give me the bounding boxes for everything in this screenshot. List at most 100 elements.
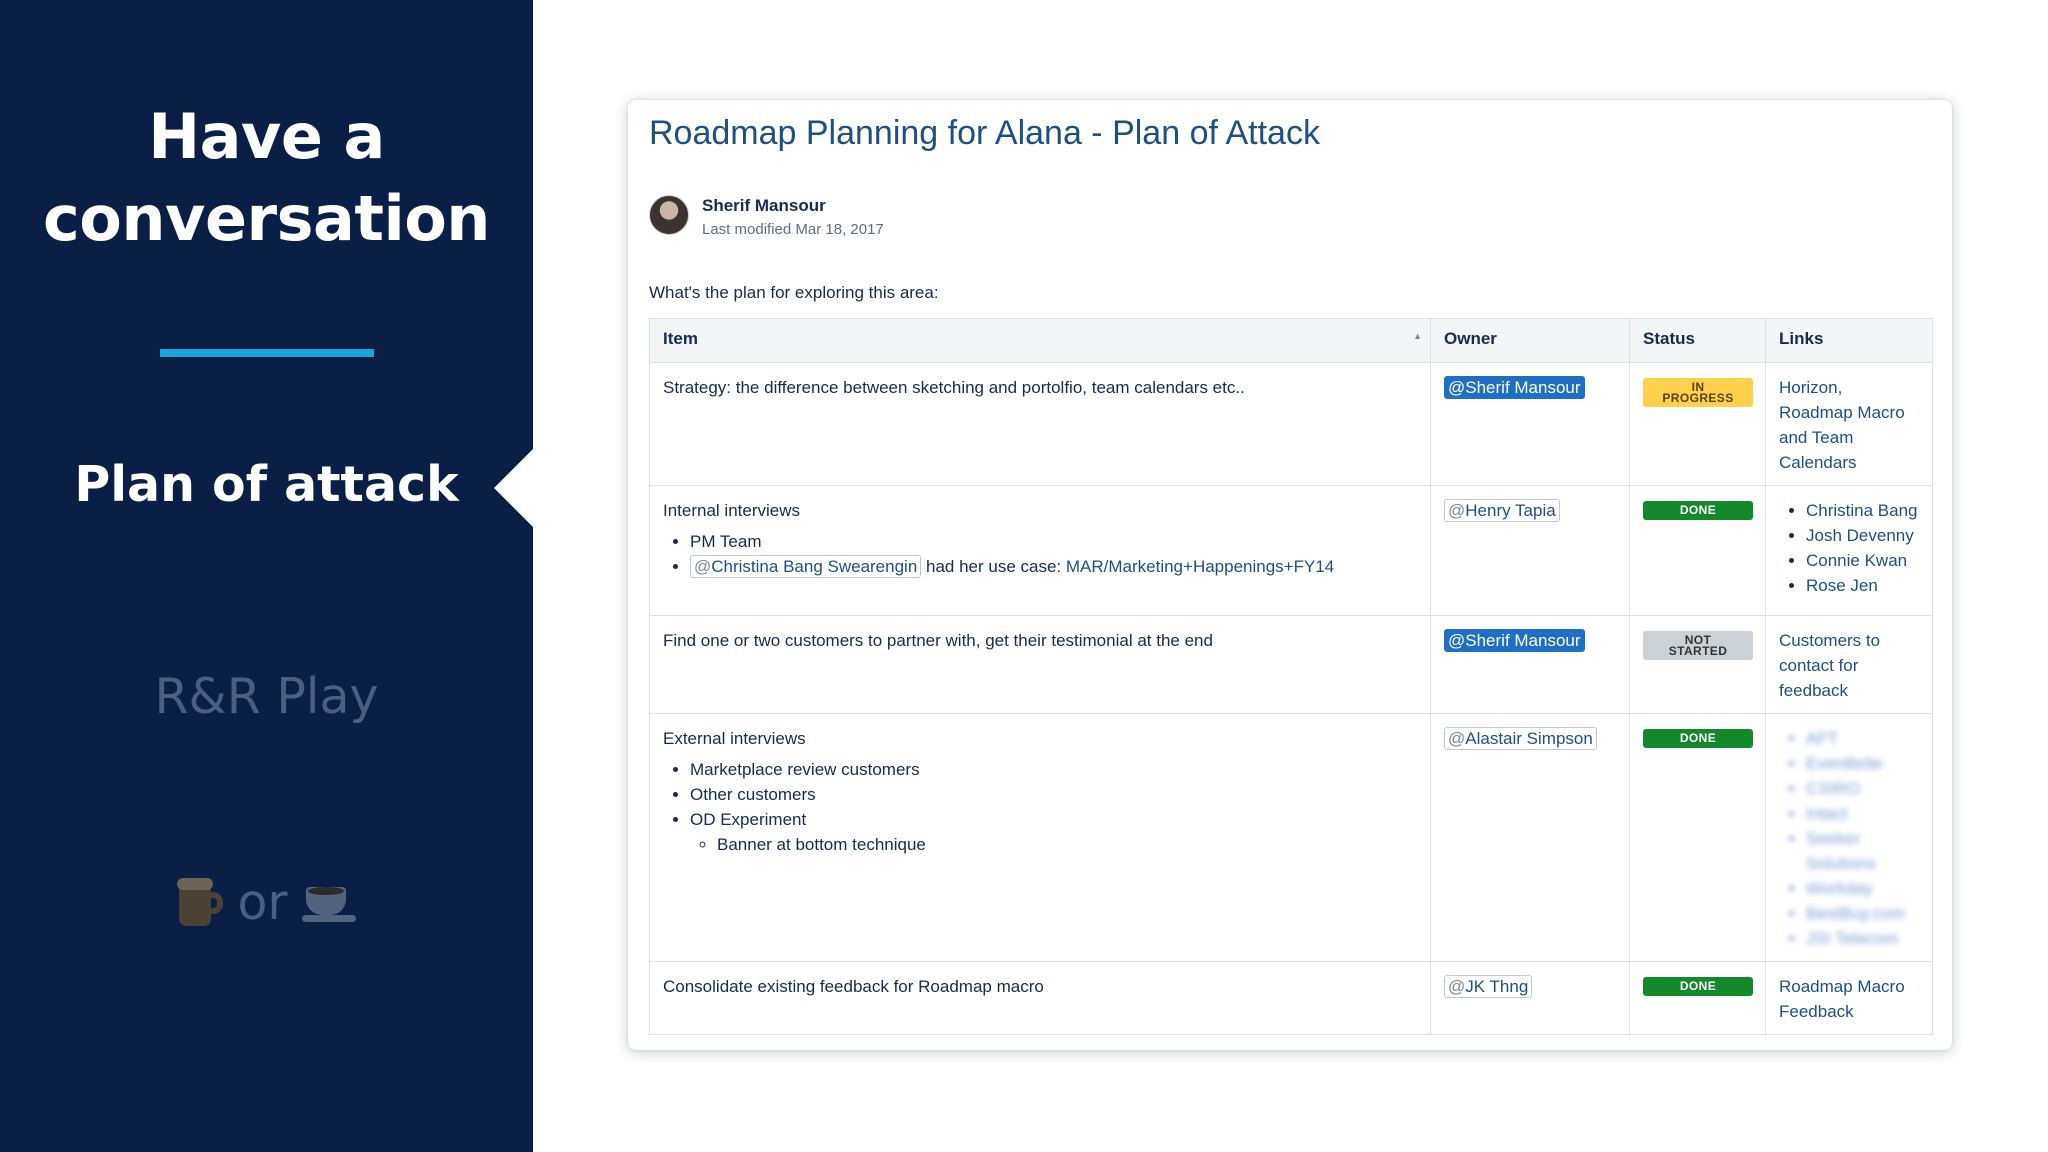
link-item[interactable]: Rose Jen bbox=[1806, 576, 1878, 595]
user-mention[interactable]: @Sherif Mansour bbox=[1444, 376, 1585, 399]
owner-cell: @Henry Tapia bbox=[1430, 485, 1630, 616]
owner-cell: @JK Thng bbox=[1430, 961, 1630, 1035]
link-item[interactable]: Josh Devenny bbox=[1806, 526, 1914, 545]
item-cell: Find one or two customers to partner wit… bbox=[649, 615, 1431, 714]
list-item: OD Experiment Banner at bottom technique bbox=[690, 807, 1417, 857]
mention-name: JK Thng bbox=[1465, 977, 1529, 996]
table-row: Find one or two customers to partner wit… bbox=[649, 615, 1933, 714]
sort-asc-icon[interactable]: ▲ bbox=[1413, 331, 1422, 341]
status-cell: DONE bbox=[1629, 713, 1766, 962]
links-list: Christina Bang Josh Devenny Connie Kwan … bbox=[1779, 498, 1919, 598]
mention-name: Sherif Mansour bbox=[1465, 378, 1581, 397]
list-item: Eventbrite bbox=[1806, 751, 1919, 776]
slide-title-line1: Have a bbox=[148, 100, 385, 173]
column-header-links-label: Links bbox=[1779, 329, 1824, 348]
status-lozenge-in-progress: IN PROGRESS bbox=[1643, 378, 1753, 407]
links-cell: Christina Bang Josh Devenny Connie Kwan … bbox=[1765, 485, 1933, 616]
owner-cell: @Sherif Mansour bbox=[1430, 362, 1630, 486]
status-lozenge-done: DONE bbox=[1643, 729, 1753, 748]
table-row: Internal interviews PM Team @Christina B… bbox=[649, 485, 1933, 616]
list-item: @Christina Bang Swearengin had her use c… bbox=[690, 554, 1417, 579]
beer-mug-icon bbox=[177, 877, 224, 928]
intro-text: What's the plan for exploring this area: bbox=[649, 283, 939, 302]
author-name[interactable]: Sherif Mansour bbox=[702, 196, 826, 216]
column-header-item-label: Item bbox=[663, 329, 698, 348]
table-row: External interviews Marketplace review c… bbox=[649, 713, 1933, 962]
bullet-text: OD Experiment bbox=[690, 810, 807, 829]
accent-divider bbox=[160, 349, 374, 357]
item-text: External interviews bbox=[663, 729, 806, 748]
mention-at: @ bbox=[1448, 729, 1466, 748]
left-panel: Have a conversation Plan of attack R&R P… bbox=[0, 0, 534, 1152]
link-item[interactable]: Christina Bang bbox=[1806, 501, 1918, 520]
user-mention[interactable]: @JK Thng bbox=[1444, 975, 1533, 998]
status-cell: IN PROGRESS bbox=[1629, 362, 1766, 486]
plan-table-wrapper: Item ▲ Owner Status Links Strategy: the … bbox=[649, 318, 1933, 1035]
user-mention[interactable]: @Alastair Simpson bbox=[1444, 727, 1597, 750]
avatar[interactable] bbox=[649, 195, 689, 235]
item-bullets: Marketplace review customers Other custo… bbox=[663, 757, 1417, 857]
status-lozenge-not-started: NOT STARTED bbox=[1643, 631, 1753, 660]
item-bullets: PM Team @Christina Bang Swearengin had h… bbox=[663, 529, 1417, 579]
table-row: Strategy: the difference between sketchi… bbox=[649, 362, 1933, 486]
page-link[interactable]: MAR/Marketing+Happenings+FY14 bbox=[1066, 557, 1334, 576]
owner-cell: @Alastair Simpson bbox=[1430, 713, 1630, 962]
agenda-item-beer-or-coffee: or bbox=[0, 874, 533, 931]
sub-bullets: Banner at bottom technique bbox=[690, 832, 1417, 857]
list-item: Other customers bbox=[690, 782, 1417, 807]
list-item: Seeker Solutions bbox=[1806, 826, 1919, 876]
mention-name: Christina Bang Swearengin bbox=[711, 557, 918, 576]
plan-table: Item ▲ Owner Status Links Strategy: the … bbox=[649, 318, 1933, 1035]
mention-at: @ bbox=[1448, 378, 1466, 397]
mention-name: Henry Tapia bbox=[1465, 501, 1556, 520]
links-cell: Customers to contact for feedback bbox=[1765, 615, 1933, 714]
slide-title-line2: conversation bbox=[43, 182, 490, 255]
status-cell: DONE bbox=[1629, 485, 1766, 616]
list-item: Josh Devenny bbox=[1806, 523, 1919, 548]
column-header-owner-label: Owner bbox=[1444, 329, 1497, 348]
item-cell: Internal interviews PM Team @Christina B… bbox=[649, 485, 1431, 616]
mention-name: Alastair Simpson bbox=[1465, 729, 1593, 748]
mention-at: @ bbox=[694, 557, 712, 576]
column-header-item[interactable]: Item ▲ bbox=[649, 318, 1431, 363]
link-item[interactable]: Connie Kwan bbox=[1806, 551, 1907, 570]
status-cell: NOT STARTED bbox=[1629, 615, 1766, 714]
column-header-links[interactable]: Links bbox=[1765, 318, 1933, 363]
last-modified[interactable]: Last modified Mar 18, 2017 bbox=[702, 221, 884, 238]
status-cell: DONE bbox=[1629, 961, 1766, 1035]
item-cell: Consolidate existing feedback for Roadma… bbox=[649, 961, 1431, 1035]
links-cell: Roadmap Macro Feedback bbox=[1765, 961, 1933, 1035]
mention-name: Sherif Mansour bbox=[1465, 631, 1581, 650]
status-lozenge-done: DONE bbox=[1643, 977, 1753, 996]
page-title[interactable]: Roadmap Planning for Alana - Plan of Att… bbox=[649, 114, 1320, 153]
link-roadmap-feedback[interactable]: Roadmap Macro Feedback bbox=[1779, 977, 1905, 1021]
mention-at: @ bbox=[1448, 977, 1466, 996]
item-text: Find one or two customers to partner wit… bbox=[663, 631, 1213, 650]
list-item: Marketplace review customers bbox=[690, 757, 1417, 782]
slide-title: Have a conversation bbox=[0, 96, 533, 260]
coffee-cup-icon bbox=[301, 883, 356, 923]
link-horizon-roadmap[interactable]: Horizon, Roadmap Macro and Team Calendar… bbox=[1779, 378, 1905, 472]
status-line2: PROGRESS bbox=[1662, 391, 1734, 405]
list-item: JSI Telecom bbox=[1806, 926, 1919, 951]
user-mention[interactable]: @Sherif Mansour bbox=[1444, 629, 1585, 652]
column-header-owner[interactable]: Owner bbox=[1430, 318, 1630, 363]
list-item: Christina Bang bbox=[1806, 498, 1919, 523]
mention-at: @ bbox=[1448, 631, 1466, 650]
active-indicator-notch bbox=[494, 448, 534, 528]
list-item: CSIRO bbox=[1806, 776, 1919, 801]
confluence-page-card: Roadmap Planning for Alana - Plan of Att… bbox=[628, 100, 1952, 1050]
status-line2: STARTED bbox=[1668, 644, 1728, 658]
column-header-status[interactable]: Status bbox=[1629, 318, 1766, 363]
agenda-item-plan-of-attack: Plan of attack bbox=[74, 456, 459, 513]
link-customers-feedback[interactable]: Customers to contact for feedback bbox=[1779, 631, 1880, 700]
links-cell: Horizon, Roadmap Macro and Team Calendar… bbox=[1765, 362, 1933, 486]
item-cell: Strategy: the difference between sketchi… bbox=[649, 362, 1431, 486]
mention-at: @ bbox=[1448, 501, 1466, 520]
user-mention[interactable]: @Henry Tapia bbox=[1444, 499, 1560, 522]
list-item: Rose Jen bbox=[1806, 573, 1919, 598]
item-text: Strategy: the difference between sketchi… bbox=[663, 378, 1245, 397]
table-row: Consolidate existing feedback for Roadma… bbox=[649, 961, 1933, 1035]
bullet-text: had her use case: bbox=[921, 557, 1066, 576]
user-mention[interactable]: @Christina Bang Swearengin bbox=[690, 555, 922, 578]
